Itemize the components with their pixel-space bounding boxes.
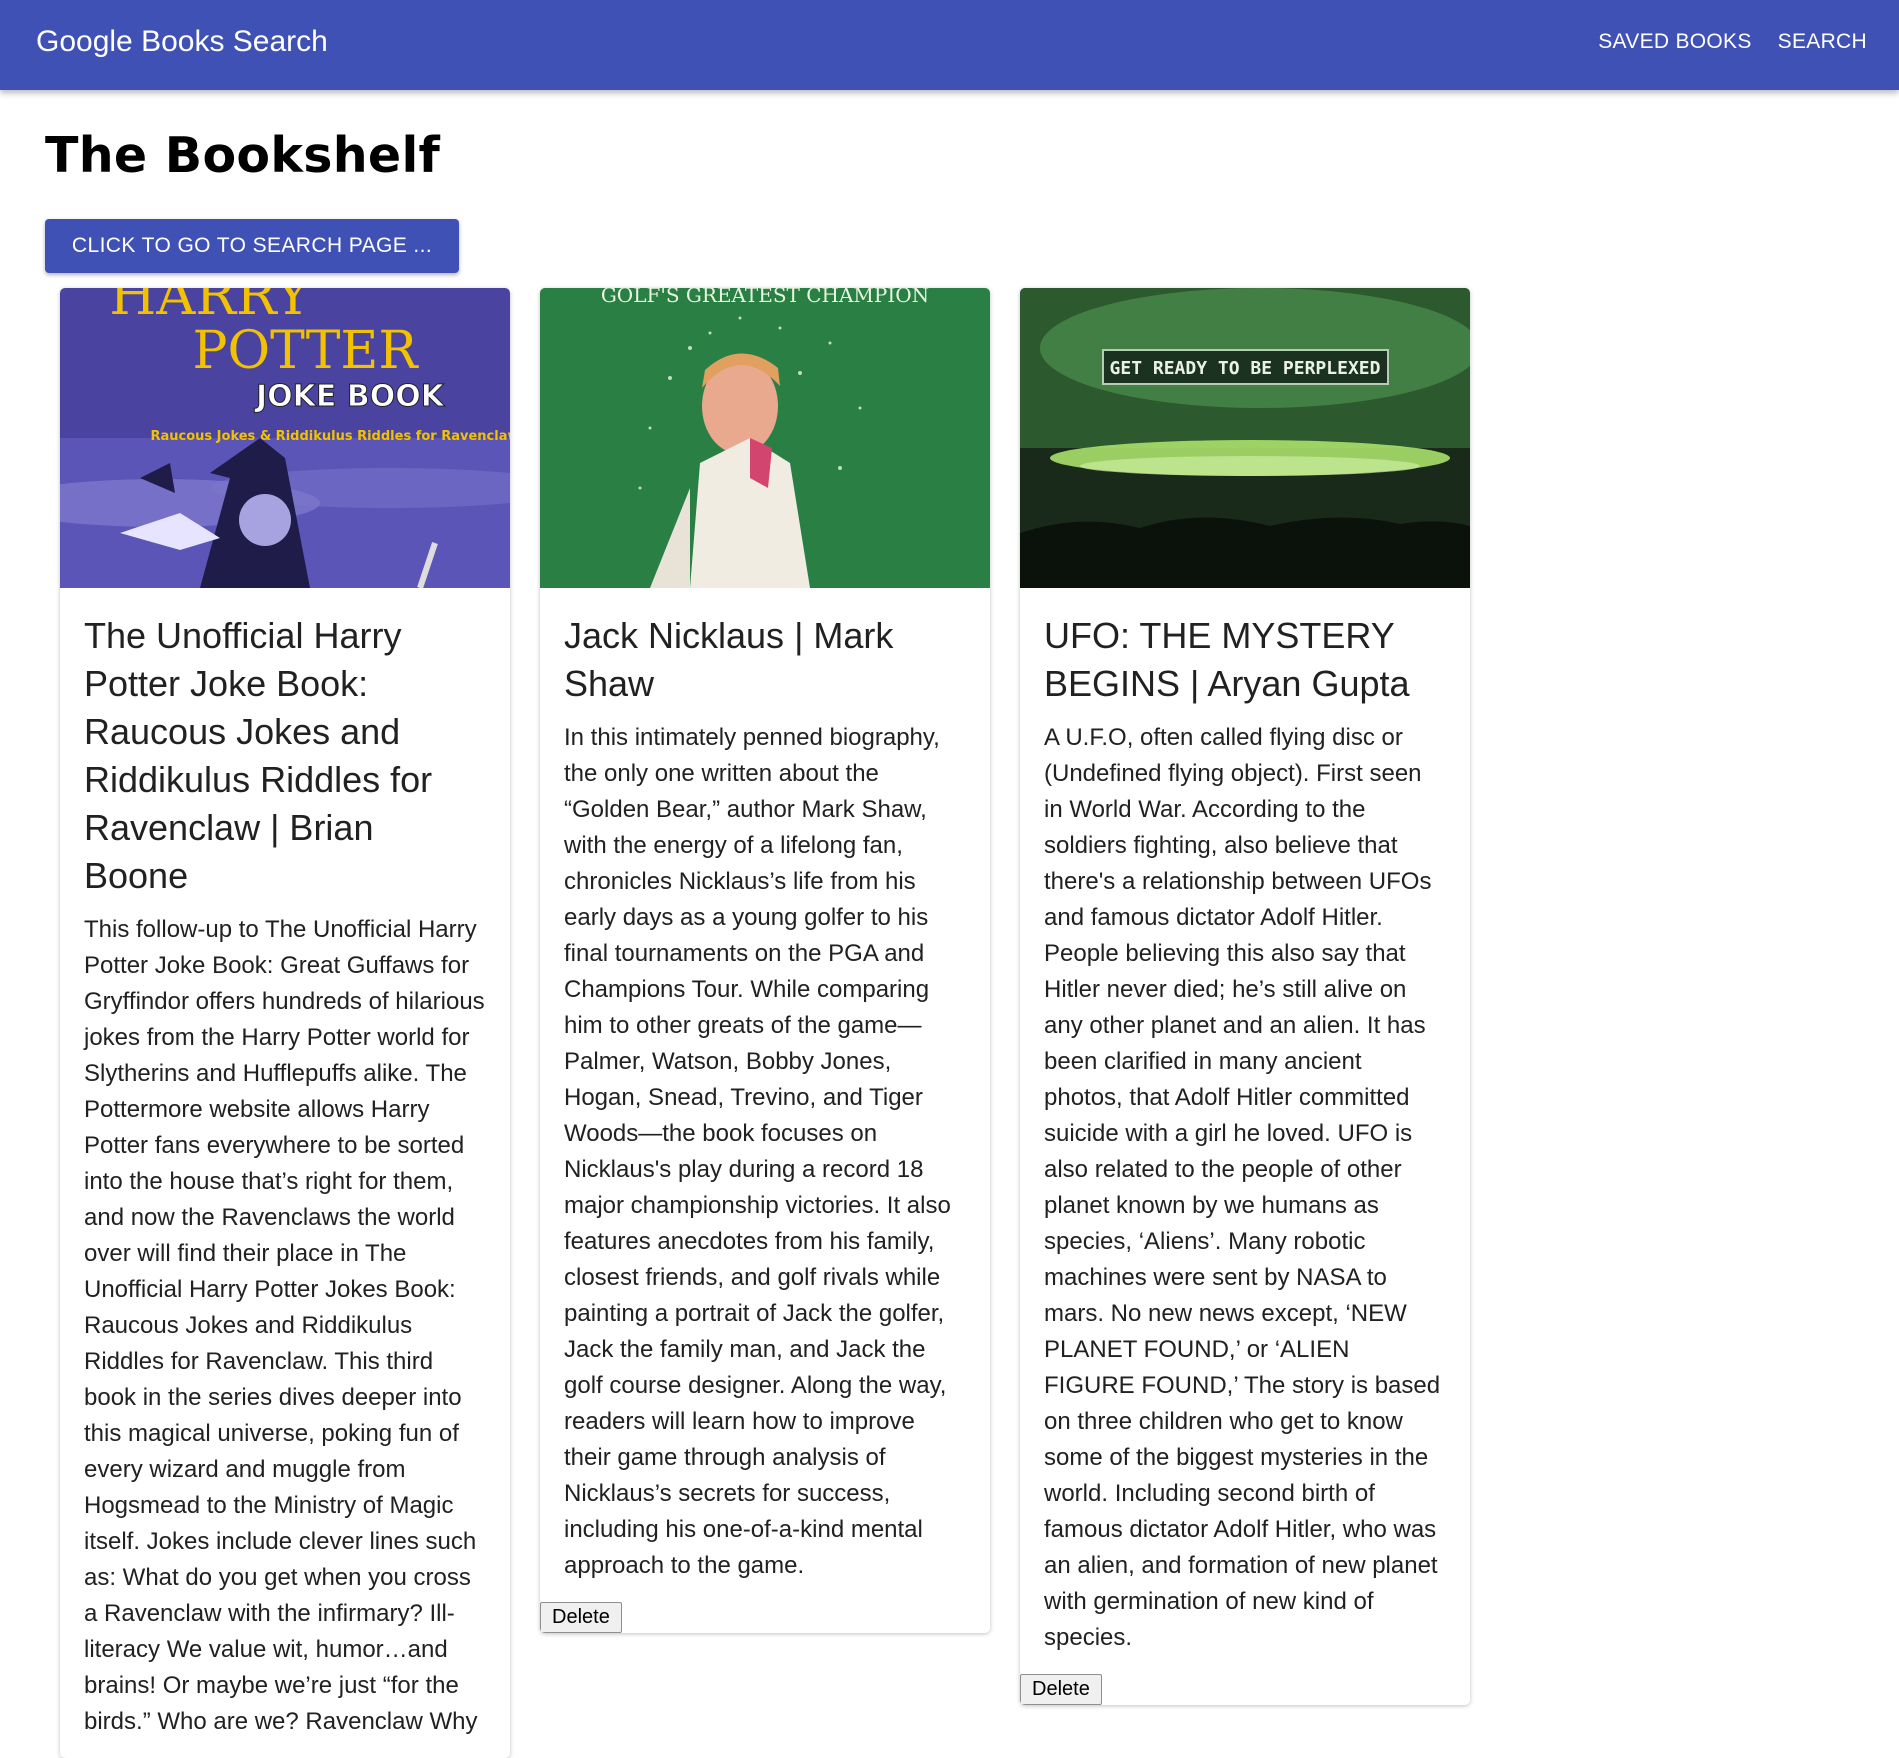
book-description: In this intimately penned biography, the… — [564, 724, 951, 1579]
book-description: This follow-up to The Unofficial Harry P… — [84, 916, 485, 1735]
book-title: Jack Nicklaus | Mark Shaw — [564, 615, 894, 704]
app-bar: Google Books Search SAVED BOOKS SEARCH — [0, 0, 1899, 90]
book-description: A U.F.O, often called flying disc or (Un… — [1044, 724, 1441, 1651]
book-title: UFO: THE MYSTERY BEGINS | Aryan Gupta — [1044, 615, 1410, 704]
nav-search-link[interactable]: SEARCH — [1778, 30, 1867, 54]
cover-top-text: GOLF'S GREATEST CHAMPION — [601, 288, 929, 307]
go-to-search-button[interactable]: CLICK TO GO TO SEARCH PAGE ... — [45, 219, 459, 273]
cover-tagline: Raucous Jokes & Riddikulus Riddles for R… — [150, 429, 510, 444]
book-cover-image: GOLF'S GREATEST CHAMPION — [540, 288, 990, 588]
app-title: Google Books Search — [36, 25, 328, 58]
cover-subtitle: JOKE BOOK — [254, 379, 446, 414]
delete-button[interactable]: Delete — [1020, 1674, 1102, 1705]
book-cover-image: HARRY POTTER JOKE BOOK Raucous Jokes & R… — [60, 288, 510, 588]
page-title: The Bookshelf — [45, 127, 441, 184]
cover-title-main: POTTER — [192, 321, 419, 381]
book-card: HARRY POTTER JOKE BOOK Raucous Jokes & R… — [60, 288, 510, 1758]
top-nav: SAVED BOOKS SEARCH — [1598, 0, 1867, 84]
book-card: GET READY TO BE PERPLEXED UFO: THE MYSTE… — [1020, 288, 1470, 1705]
book-title: The Unofficial Harry Potter Joke Book: R… — [84, 615, 433, 896]
book-card: GOLF'S GREATEST CHAMPION Jack Nicklaus |… — [540, 288, 990, 1633]
cover-tagline: GET READY TO BE PERPLEXED — [1110, 358, 1381, 379]
delete-button[interactable]: Delete — [540, 1602, 622, 1633]
nav-saved-books-link[interactable]: SAVED BOOKS — [1598, 30, 1751, 54]
book-cover-image: GET READY TO BE PERPLEXED — [1020, 288, 1470, 588]
